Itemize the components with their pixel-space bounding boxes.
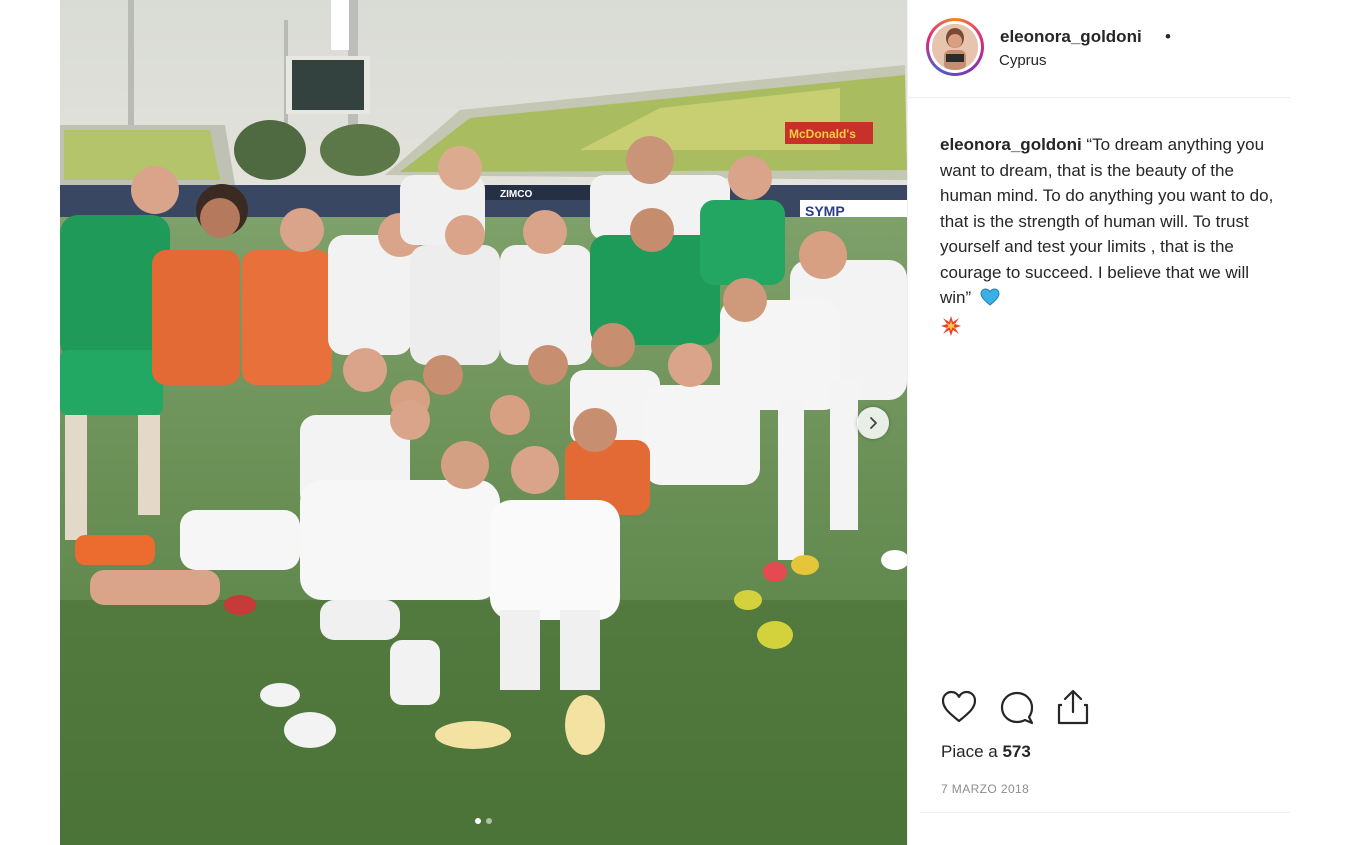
divider [920, 812, 1290, 813]
instagram-post: McDonald's ZIMCO SYMP eleonora_goldoni •… [60, 0, 1291, 845]
carousel-dot-2 [486, 818, 492, 824]
avatar [932, 24, 978, 70]
likes-count[interactable]: Piace a 573 [941, 742, 1031, 762]
post-header: eleonora_goldoni • Cyprus [908, 0, 1291, 98]
share-button[interactable] [1054, 688, 1092, 726]
post-side-panel: eleonora_goldoni • Cyprus eleonora_goldo… [907, 0, 1291, 845]
post-date: 7 MARZO 2018 [941, 782, 1030, 796]
likes-prefix: Piace a [941, 742, 1003, 761]
header-bullet: • [1165, 27, 1171, 46]
carousel-indicator [60, 818, 907, 824]
ad-board-text: ZIMCO [500, 189, 532, 200]
post-photo[interactable]: McDonald's ZIMCO SYMP [60, 0, 907, 845]
comment-button[interactable] [998, 688, 1036, 726]
avatar-story-ring[interactable] [926, 18, 984, 76]
post-actions [940, 688, 1270, 728]
caption-username[interactable]: eleonora_goldoni [940, 135, 1082, 154]
caption-text: “To dream anything you want to dream, th… [940, 135, 1274, 307]
post-caption: eleonora_goldoni “To dream anything you … [940, 132, 1280, 337]
likes-number: 573 [1002, 742, 1031, 761]
carousel-next-button[interactable] [857, 407, 889, 439]
chevron-right-icon [870, 417, 877, 429]
blue-heart-icon [980, 288, 1000, 306]
carousel-dot-1 [475, 818, 481, 824]
heart-icon [941, 690, 977, 723]
post-location[interactable]: Cyprus [999, 52, 1047, 69]
header-username[interactable]: eleonora_goldoni [1000, 27, 1142, 47]
collision-icon [941, 315, 961, 336]
share-icon [1057, 689, 1089, 725]
team-photo-illustration: McDonald's ZIMCO SYMP [60, 0, 907, 845]
sponsor-banner-text: McDonald's [789, 127, 856, 141]
ad-board-text-2: SYMP [805, 203, 845, 219]
comment-icon [1000, 691, 1034, 725]
like-button[interactable] [940, 688, 978, 726]
